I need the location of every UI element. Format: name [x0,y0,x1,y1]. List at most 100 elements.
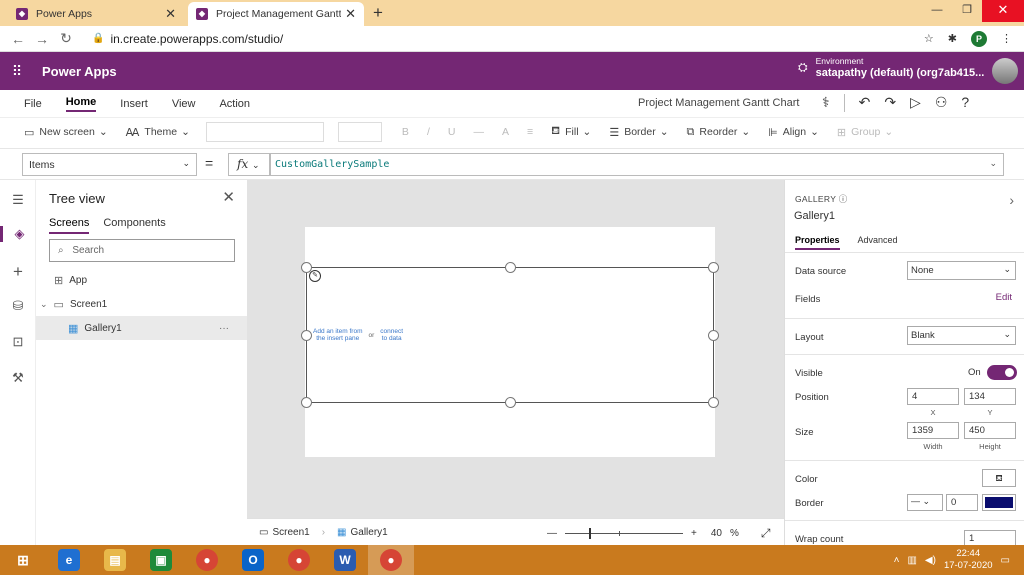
resize-handle[interactable] [708,262,719,273]
tab-advanced[interactable]: Advanced [858,235,898,250]
size-height-input[interactable]: 450 [964,422,1016,439]
align-button[interactable]: ⊫ Align ⌄ [768,126,819,139]
control-name[interactable]: Gallery1 [794,210,835,222]
chevron-right-icon[interactable]: › [1009,192,1014,208]
strikethrough-button[interactable]: — [473,126,484,138]
tree-view-layers-icon[interactable]: ◈ [0,226,36,242]
chevron-down-icon[interactable]: ⌄ [40,299,48,310]
resize-handle[interactable] [301,262,312,273]
resize-handle[interactable] [301,330,312,341]
group-button[interactable]: ⊞ Group ⌄ [837,126,893,139]
formula-input[interactable]: CustomGallerySample ⌄ [270,153,1004,176]
media-icon[interactable]: ⊡ [0,334,36,350]
resize-handle[interactable] [301,397,312,408]
tree-item-screen1[interactable]: ⌄ ▭ Screen1 [36,292,247,316]
breadcrumb-screen[interactable]: ▭ Screen1 [259,527,310,538]
menu-insert[interactable]: Insert [120,98,148,110]
zoom-in-button[interactable]: + [691,528,697,539]
clock[interactable]: 22:44 17-07-2020 [944,548,993,572]
insert-plus-icon[interactable]: + [0,262,36,282]
fill-button[interactable]: ⛾ Fill ⌄ [551,125,591,139]
close-icon[interactable]: ✕ [222,188,235,206]
size-width-input[interactable]: 1359 [907,422,959,439]
app-launcher-icon[interactable]: ⠿ [0,63,34,80]
close-tab-icon[interactable]: ✕ [345,6,356,22]
start-windows-icon[interactable]: ⊞ [0,545,46,575]
resize-handle[interactable] [505,397,516,408]
minimize-icon[interactable]: — [922,0,952,22]
data-source-select[interactable]: None ⌄ [907,261,1016,280]
border-color-swatch[interactable] [982,494,1016,511]
hamburger-menu-icon[interactable]: ☰ [0,192,36,208]
restore-icon[interactable]: ❐ [952,0,982,22]
resize-handle[interactable] [708,397,719,408]
back-icon[interactable]: ← [6,31,30,47]
file-explorer-icon[interactable]: ▤ [92,545,138,575]
color-picker-icon[interactable]: ⛾ [982,469,1016,487]
bold-button[interactable]: B [402,126,409,138]
text-align-button[interactable]: ≡ [527,126,533,138]
outlook-icon[interactable]: O [230,545,276,575]
fit-to-window-icon[interactable]: ⤢ [761,526,771,541]
volume-icon[interactable]: ◀) [925,555,936,566]
user-avatar[interactable] [992,58,1018,84]
environment-picker[interactable]: ⛭ Environment satapathy (default) (org7a… [798,56,984,79]
help-icon[interactable]: ? [961,94,969,112]
new-tab-icon[interactable]: + [373,3,383,23]
resize-handle[interactable] [505,262,516,273]
fx-button[interactable]: fx ⌄ [228,153,270,176]
reorder-button[interactable]: ⧉ Reorder ⌄ [687,126,751,139]
position-x-input[interactable]: 4 [907,388,959,405]
edit-pencil-icon[interactable]: ✎ [309,270,321,282]
menu-action[interactable]: Action [219,98,250,110]
forward-icon[interactable]: → [30,31,54,47]
screen-canvas[interactable]: ✎ Add an item from the insert pane or co… [301,227,719,457]
browser-menu-icon[interactable]: ⋮ [1001,32,1012,45]
close-tab-icon[interactable]: ✕ [165,6,176,22]
search-input[interactable]: ⌕ Search [49,239,235,262]
fields-edit-link[interactable]: Edit [996,292,1012,303]
font-size-select[interactable] [337,122,382,142]
reload-icon[interactable]: ↻ [54,30,78,47]
add-item-link[interactable]: Add an item from the insert pane [313,328,363,342]
data-cylinder-icon[interactable]: ⛁ [0,298,36,314]
tab-properties[interactable]: Properties [795,235,840,250]
visible-toggle[interactable] [987,365,1017,380]
app-checker-icon[interactable]: ⚕ [822,94,830,112]
help-icon[interactable]: ⓘ [839,194,848,204]
connect-data-link[interactable]: connect to data [380,328,403,342]
zoom-out-button[interactable]: — [547,528,557,539]
border-thickness-input[interactable]: 0 [946,494,978,511]
redo-icon[interactable]: ↷ [884,94,896,112]
menu-home[interactable]: Home [65,96,97,112]
advanced-tools-icon[interactable]: ⚒ [0,370,36,386]
menu-view[interactable]: View [172,98,196,110]
tree-item-gallery1[interactable]: ▦ Gallery1 ··· [36,316,247,340]
tray-expand-icon[interactable]: ˄ [894,555,900,566]
tab-components[interactable]: Components [103,217,165,234]
tree-item-app[interactable]: ⊞ App [36,268,247,292]
border-style-select[interactable]: — ⌄ [907,494,943,511]
store-icon[interactable]: ▣ [138,545,184,575]
notifications-icon[interactable]: ▭ [1001,555,1010,566]
theme-button[interactable]: Ꜳ Theme ⌄ [126,126,190,139]
tab-screens[interactable]: Screens [49,217,90,234]
chrome-icon[interactable]: ● [184,545,230,575]
bookmark-star-icon[interactable]: ☆ [924,32,934,45]
network-icon[interactable]: ▥ [907,555,916,566]
property-select[interactable]: Items ⌄ [22,153,197,176]
position-y-input[interactable]: 134 [964,388,1016,405]
preview-play-icon[interactable]: ▷ [910,94,921,112]
zoom-slider-thumb[interactable] [589,528,591,539]
internet-explorer-icon[interactable]: e [46,545,92,575]
profile-avatar[interactable]: P [971,30,987,47]
breadcrumb-gallery[interactable]: ▦ Gallery1 [337,527,388,538]
menu-file[interactable]: File [24,98,42,110]
browser-tab-power-apps[interactable]: ◆ Power Apps ✕ [8,2,184,26]
font-color-button[interactable]: A [502,126,509,138]
expand-formula-icon[interactable]: ⌄ [989,158,997,169]
undo-icon[interactable]: ↶ [859,94,871,112]
font-family-select[interactable] [205,122,324,142]
url-field[interactable]: 🔒 in.create.powerapps.com/studio/ [92,32,924,46]
share-user-icon[interactable]: ⚇ [935,94,948,112]
